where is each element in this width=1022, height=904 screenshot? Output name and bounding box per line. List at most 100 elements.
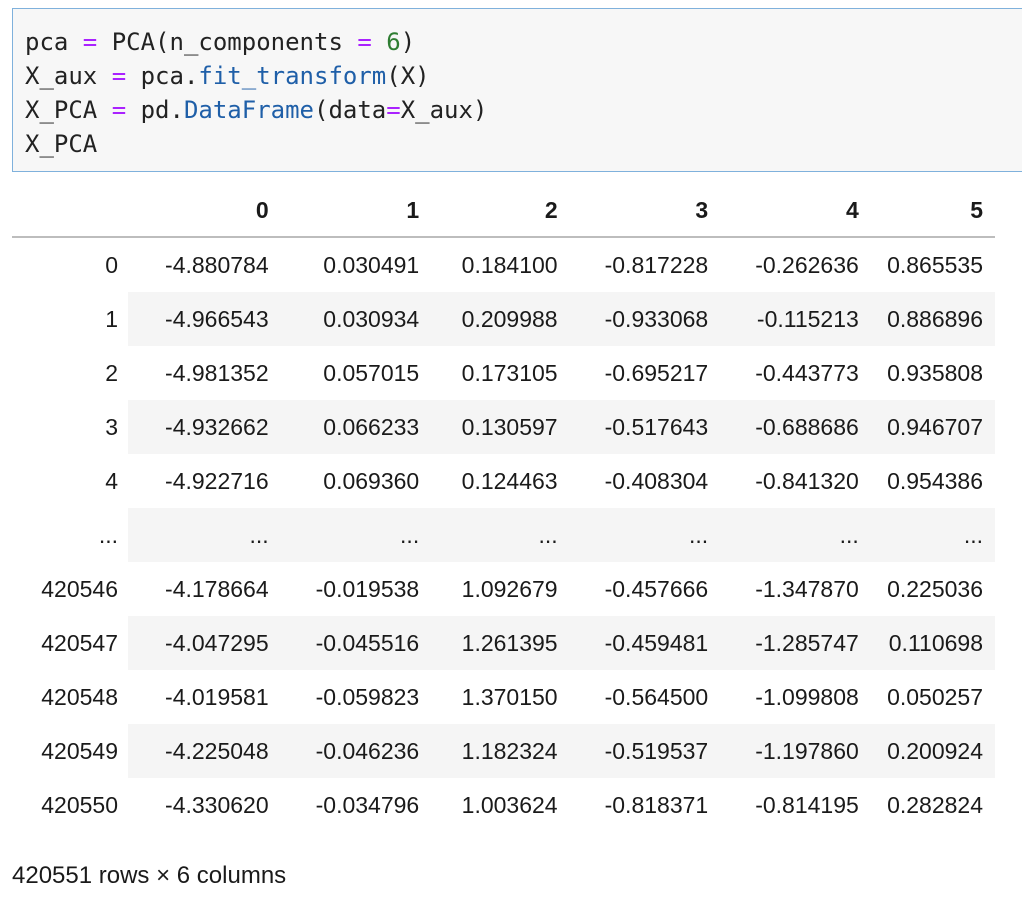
row-index: 0 <box>105 251 118 278</box>
code-line: X_aux = pca.fit_transform(X) <box>25 59 487 93</box>
table-cell: -0.115213 <box>720 292 871 346</box>
code-token: ) <box>400 28 416 56</box>
table-row: 4 -4.922716 0.069360 0.124463 -0.408304 -0.84… <box>12 454 995 508</box>
code-token: = <box>111 62 127 90</box>
table-row: 3 -4.932662 0.066233 0.130597 -0.517643 -0.68… <box>12 400 995 454</box>
table-cell: 0.130597 <box>431 400 570 454</box>
row-index: 2 <box>105 359 118 386</box>
code-token: (data <box>314 96 387 124</box>
table-cell: -0.688686 <box>720 400 871 454</box>
code-token: X_aux) <box>400 96 488 124</box>
table-cell: -0.519537 <box>569 724 721 778</box>
table-cell: -0.817228 <box>604 251 709 278</box>
index-header <box>12 184 128 238</box>
table-cell: -0.841320 <box>755 467 859 494</box>
column-header: 5 <box>870 184 995 238</box>
table-cell: -0.564500 <box>604 683 709 710</box>
table-cell: 0.110698 <box>870 616 995 670</box>
table-cell: -0.814195 <box>755 791 859 818</box>
table-cell: ... <box>280 508 432 562</box>
code-editor[interactable]: pca = PCA(n_components = 6) X_aux = pca.f… <box>25 25 487 161</box>
table-cell: -1.099808 <box>755 683 859 710</box>
code-token: = <box>82 28 98 56</box>
table-row: 420549 -4.225048 -0.046236 1.182324 -0.51953… <box>12 724 995 778</box>
table-cell: -4.019581 <box>165 683 269 710</box>
table-row: 420550 -4.330620 -0.034796 1.003624 -0.81837… <box>12 778 995 832</box>
table-cell: 1.182324 <box>431 724 570 778</box>
code-token: = <box>111 96 127 124</box>
table-cell: -0.517643 <box>569 400 721 454</box>
code-token: pd. <box>126 96 184 124</box>
table-row: 2 -4.981352 0.057015 0.173105 -0.695217 -0.44… <box>12 346 995 400</box>
table-cell: ... <box>569 508 721 562</box>
table-cell: 0.066233 <box>280 400 432 454</box>
table-cell: 0.865535 <box>887 251 983 278</box>
table-cell: 0.935808 <box>887 359 983 386</box>
table-cell: -4.178664 <box>165 575 269 602</box>
table-cell: -4.922716 <box>165 467 269 494</box>
table-cell: ... <box>720 508 871 562</box>
table-cell: -0.818371 <box>604 791 709 818</box>
row-index: 420549 <box>41 737 118 764</box>
table-cell: 0.057015 <box>323 359 420 386</box>
code-cell-input[interactable]: pca = PCA(n_components = 6) X_aux = pca.f… <box>12 8 1022 172</box>
row-index: ... <box>98 521 118 548</box>
column-header: 1 <box>280 184 432 238</box>
table-row: 1 -4.966543 0.030934 0.209988 -0.933068 -0.11… <box>12 292 995 346</box>
code-token: fit_transform <box>198 62 387 90</box>
dataframe-header-row: 012345 <box>12 184 995 238</box>
table-cell: 0.200924 <box>870 724 995 778</box>
code-line: X_PCA <box>25 127 487 161</box>
table-cell: ... <box>870 508 995 562</box>
table-cell: ... <box>431 508 570 562</box>
table-cell: -0.695217 <box>604 359 709 386</box>
code-token: = <box>386 96 401 124</box>
dataframe-shape-caption: 420551 rows × 6 columns <box>12 862 287 889</box>
table-cell: -1.197860 <box>720 724 871 778</box>
code-line: pca = PCA(n_components = 6) <box>25 25 487 59</box>
table-cell: -0.933068 <box>569 292 721 346</box>
table-cell: -0.019538 <box>315 575 420 602</box>
table-cell: -4.932662 <box>128 400 281 454</box>
code-token: 6 <box>386 28 401 56</box>
table-cell: -0.408304 <box>604 467 709 494</box>
table-cell: -4.330620 <box>165 791 269 818</box>
table-cell: 1.092679 <box>461 575 558 602</box>
column-header: 2 <box>431 184 570 238</box>
table-cell: 0.069360 <box>323 467 420 494</box>
code-token: X_aux <box>25 62 112 90</box>
table-cell: -4.981352 <box>165 359 269 386</box>
row-index: 4 <box>105 467 118 494</box>
table-cell: 0.282824 <box>887 791 983 818</box>
table-cell: -0.443773 <box>755 359 859 386</box>
table-cell: 1.370150 <box>461 683 558 710</box>
table-cell: 0.050257 <box>887 683 983 710</box>
code-token: X_PCA <box>25 130 98 158</box>
table-row: 420548 -4.019581 -0.059823 1.370150 -0.56450… <box>12 670 995 724</box>
column-header: 0 <box>128 184 281 238</box>
table-cell: 0.225036 <box>887 575 983 602</box>
table-cell: -4.880784 <box>165 251 269 278</box>
table-cell: -4.225048 <box>128 724 281 778</box>
table-cell: 0.184100 <box>461 251 558 278</box>
table-row: 0 -4.880784 0.030491 0.184100 -0.817228 -0.26… <box>12 237 995 292</box>
row-index: 420550 <box>41 791 118 818</box>
code-token: (X) <box>386 62 430 90</box>
row-index: 3 <box>105 413 118 440</box>
table-row: 420547 -4.047295 -0.045516 1.261395 -0.45948… <box>12 616 995 670</box>
code-token: pca <box>25 28 83 56</box>
code-token: X_PCA <box>25 96 112 124</box>
code-token: DataFrame <box>183 96 314 124</box>
code-line: X_PCA = pd.DataFrame(data=X_aux) <box>25 93 487 127</box>
code-token: = <box>357 28 372 56</box>
table-cell: 1.261395 <box>431 616 570 670</box>
row-index: 1 <box>105 305 118 332</box>
table-cell: 0.124463 <box>461 467 558 494</box>
table-cell: -0.459481 <box>569 616 721 670</box>
row-index: 420548 <box>41 683 118 710</box>
table-cell: 0.954386 <box>887 467 983 494</box>
table-cell: ... <box>128 508 281 562</box>
table-cell: -1.347870 <box>755 575 859 602</box>
table-cell: -0.457666 <box>604 575 709 602</box>
